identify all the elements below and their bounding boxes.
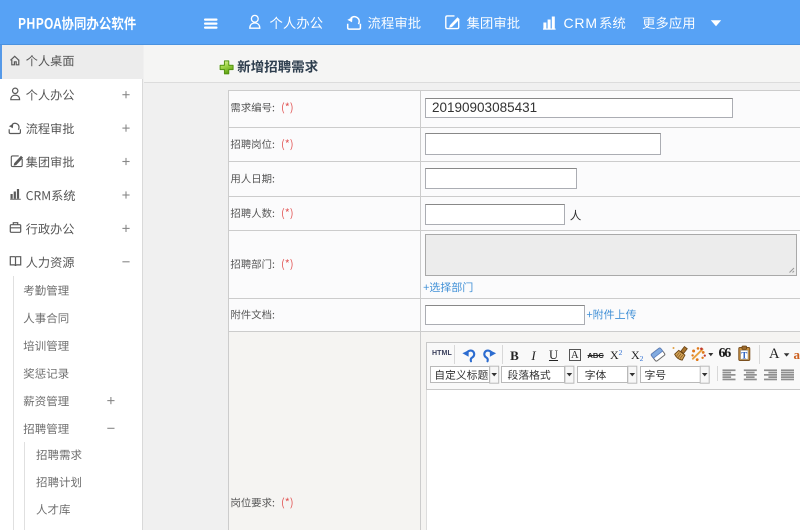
svg-text:T: T xyxy=(741,351,747,361)
